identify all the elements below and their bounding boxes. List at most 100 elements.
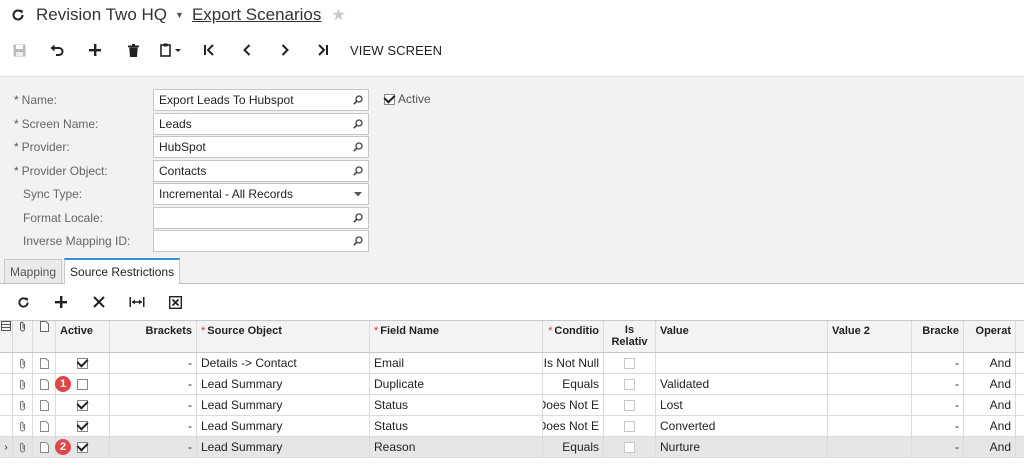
field-name-cell[interactable]: Status	[370, 416, 543, 436]
active-checkbox-box[interactable]	[384, 93, 395, 105]
inverse-mapping-field[interactable]	[153, 230, 369, 252]
row-selector[interactable]: ›	[0, 437, 13, 457]
search-icon[interactable]	[348, 208, 368, 228]
grid-add-row-button[interactable]	[42, 285, 80, 319]
provider-object-field[interactable]: Contacts	[153, 160, 369, 182]
provider-field[interactable]: HubSpot	[153, 136, 369, 158]
brackets-2-cell[interactable]: -	[912, 374, 964, 394]
screen-title[interactable]: Export Scenarios	[192, 5, 321, 25]
first-record-button[interactable]	[190, 34, 228, 66]
col-value[interactable]: Value	[656, 321, 828, 352]
operator-cell[interactable]: And	[964, 395, 1016, 415]
is-relative-cell[interactable]	[604, 353, 656, 373]
copy-paste-button[interactable]	[152, 34, 190, 66]
grid-refresh-button[interactable]	[4, 285, 42, 319]
search-icon[interactable]	[348, 161, 368, 181]
add-button[interactable]	[76, 34, 114, 66]
note-icon[interactable]	[33, 374, 56, 394]
active-checkbox[interactable]: Active	[384, 92, 431, 106]
chevron-down-icon[interactable]	[348, 184, 368, 204]
col-condition[interactable]: * Conditio	[543, 321, 604, 352]
active-cell[interactable]	[56, 353, 110, 373]
row-active-checkbox[interactable]	[77, 399, 88, 411]
active-cell[interactable]	[56, 416, 110, 436]
value-2-cell[interactable]	[828, 353, 912, 373]
brackets-cell[interactable]: -	[110, 374, 197, 394]
grid-delete-row-button[interactable]	[80, 285, 118, 319]
tab-source-restrictions[interactable]: Source Restrictions	[64, 258, 181, 284]
previous-record-button[interactable]	[228, 34, 266, 66]
is-relative-cell[interactable]	[604, 395, 656, 415]
field-name-cell[interactable]: Status	[370, 395, 543, 415]
value-cell[interactable]: Converted	[656, 416, 828, 436]
value-cell[interactable]: Lost	[656, 395, 828, 415]
view-screen-button[interactable]: VIEW SCREEN	[350, 43, 442, 58]
value-cell[interactable]	[656, 353, 828, 373]
col-active[interactable]: Active	[56, 321, 110, 352]
row-active-checkbox[interactable]	[77, 420, 88, 432]
col-brackets-2[interactable]: Bracke	[912, 321, 964, 352]
condition-cell[interactable]: Equals	[543, 374, 604, 394]
company-dropdown-icon[interactable]: ▼	[175, 10, 184, 20]
value-2-cell[interactable]	[828, 374, 912, 394]
is-relative-cell[interactable]	[604, 437, 656, 457]
search-icon[interactable]	[348, 114, 368, 134]
name-field[interactable]: Export Leads To Hubspot	[153, 89, 369, 111]
col-brackets[interactable]: Brackets	[110, 321, 197, 352]
table-row[interactable]: - Lead Summary Duplicate Equals Validate…	[0, 374, 1024, 395]
note-icon[interactable]	[33, 437, 56, 457]
col-operator[interactable]: Operat	[964, 321, 1016, 352]
is-relative-cell[interactable]	[604, 416, 656, 436]
brackets-2-cell[interactable]: -	[912, 437, 964, 457]
favorite-star-icon[interactable]: ★	[331, 5, 345, 25]
refresh-icon[interactable]	[10, 7, 26, 23]
search-icon[interactable]	[348, 90, 368, 110]
brackets-cell[interactable]: -	[110, 395, 197, 415]
value-cell[interactable]: Nurture	[656, 437, 828, 457]
is-relative-checkbox[interactable]	[624, 441, 635, 453]
brackets-2-cell[interactable]: -	[912, 416, 964, 436]
value-2-cell[interactable]	[828, 416, 912, 436]
table-row[interactable]: › - Lead Summary Reason Equals Nurture -…	[0, 437, 1024, 458]
save-button[interactable]	[0, 34, 38, 66]
source-object-cell[interactable]: Lead Summary	[197, 395, 370, 415]
source-object-cell[interactable]: Lead Summary	[197, 437, 370, 457]
brackets-2-cell[interactable]: -	[912, 395, 964, 415]
condition-cell[interactable]: Does Not E	[543, 416, 604, 436]
field-name-cell[interactable]: Duplicate	[370, 374, 543, 394]
condition-cell[interactable]: Is Not Null	[543, 353, 604, 373]
is-relative-checkbox[interactable]	[624, 399, 635, 411]
grid-export-excel-button[interactable]	[156, 285, 194, 319]
table-row[interactable]: - Lead Summary Status Does Not E Convert…	[0, 416, 1024, 437]
last-record-button[interactable]	[304, 34, 342, 66]
attachment-icon[interactable]	[13, 395, 33, 415]
row-active-checkbox[interactable]	[77, 357, 88, 369]
operator-cell[interactable]: And	[964, 416, 1016, 436]
col-value-2[interactable]: Value 2	[828, 321, 912, 352]
table-row[interactable]: - Lead Summary Status Does Not E Lost - …	[0, 395, 1024, 416]
col-source-object[interactable]: * Source Object	[197, 321, 370, 352]
source-object-cell[interactable]: Lead Summary	[197, 374, 370, 394]
row-selector[interactable]	[0, 395, 13, 415]
active-cell[interactable]	[56, 395, 110, 415]
brackets-cell[interactable]: -	[110, 437, 197, 457]
row-active-checkbox[interactable]	[77, 441, 88, 453]
attachment-icon[interactable]	[13, 374, 33, 394]
value-cell[interactable]: Validated	[656, 374, 828, 394]
attachment-icon[interactable]	[13, 437, 33, 457]
note-icon[interactable]	[33, 416, 56, 436]
operator-cell[interactable]: And	[964, 374, 1016, 394]
tab-mapping[interactable]: Mapping	[4, 259, 63, 283]
row-selector[interactable]	[0, 374, 13, 394]
search-icon[interactable]	[348, 231, 368, 251]
field-name-cell[interactable]: Email	[370, 353, 543, 373]
next-record-button[interactable]	[266, 34, 304, 66]
table-row[interactable]: - Details -> Contact Email Is Not Null -…	[0, 353, 1024, 374]
is-relative-checkbox[interactable]	[624, 420, 635, 432]
note-icon[interactable]	[33, 353, 56, 373]
operator-cell[interactable]: And	[964, 437, 1016, 457]
condition-cell[interactable]: Does Not E	[543, 395, 604, 415]
row-selector[interactable]	[0, 353, 13, 373]
attachment-icon[interactable]	[13, 353, 33, 373]
col-is-relative[interactable]: Is Relativ	[604, 321, 656, 352]
